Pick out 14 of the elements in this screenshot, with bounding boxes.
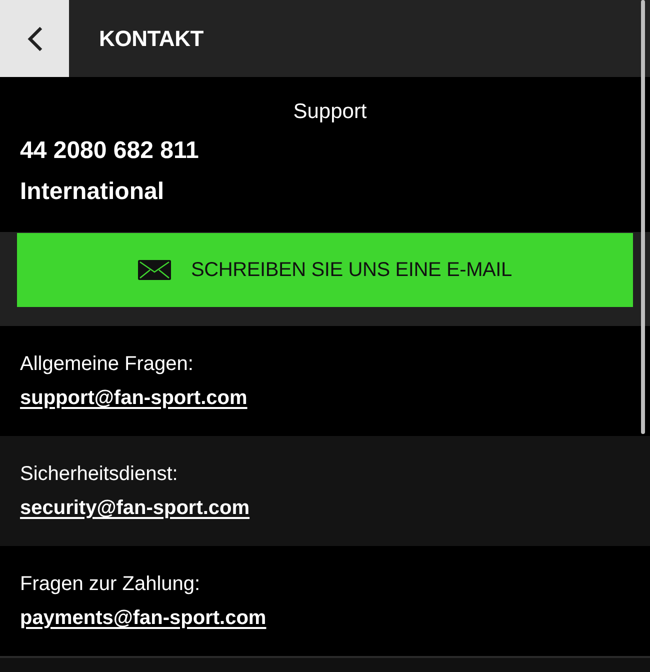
email-link[interactable]: security@fan-sport.com: [20, 496, 250, 520]
back-button[interactable]: [0, 0, 69, 77]
phone-number: 44 2080 682 811: [20, 137, 200, 165]
contact-label: Allgemeine Fragen:: [20, 352, 194, 376]
contact-label: Sicherheitsdienst:: [20, 462, 178, 486]
email-link[interactable]: support@fan-sport.com: [20, 386, 248, 410]
page-title: KONTAKT: [99, 26, 204, 52]
email-link[interactable]: payments@fan-sport.com: [20, 606, 266, 630]
chevron-left-icon: [26, 26, 42, 52]
email-button[interactable]: SCHREIBEN SIE UNS EINE E-MAIL: [17, 233, 633, 307]
envelope-icon: [138, 260, 172, 280]
contact-label: Fragen zur Zahlung:: [20, 572, 200, 596]
region-label: International: [20, 178, 166, 206]
support-heading: Support: [293, 99, 367, 125]
